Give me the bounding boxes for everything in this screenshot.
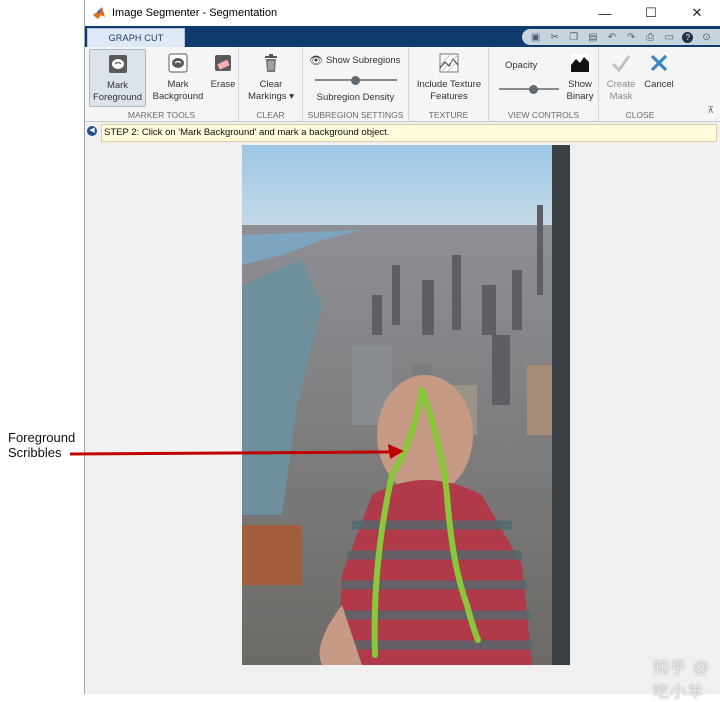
undo-icon[interactable]: ↶: [606, 32, 618, 43]
mark-background-label-1: Mark: [167, 79, 189, 90]
mark-foreground-label-2: Foreground: [92, 92, 143, 103]
annotation-line-2: Scribbles: [8, 445, 62, 460]
help-icon[interactable]: ?: [682, 31, 694, 43]
section-clear: Clear Markings ▾ CLEAR: [239, 47, 303, 121]
section-subregion-settings: 👁 Show Subregions Subregion Density SUBR…: [303, 47, 409, 121]
image-canvas[interactable]: [242, 145, 570, 665]
step-message: STEP 2: Click on 'Mark Background' and m…: [101, 124, 717, 142]
create-mask-button[interactable]: Create Mask: [603, 49, 639, 107]
toolstrip: Mark Foreground Mark Background Erase MA…: [85, 47, 720, 122]
show-binary-button[interactable]: Show Binary: [563, 49, 597, 107]
erase-label: Erase: [210, 79, 236, 90]
window-title: Image Segmenter - Segmentation: [112, 7, 278, 19]
mark-background-label-2: Background: [152, 91, 204, 102]
quick-access-toolbar: ▣ ✂ ❐ ▤ ↶ ↷ ⎙ ▭ ? ⊙: [522, 29, 720, 45]
include-texture-label-2: Features: [430, 91, 468, 102]
redo-icon[interactable]: ↷: [625, 32, 637, 43]
section-view-controls: Opacity Show Binary VIEW CONTROLS: [489, 47, 599, 121]
cancel-button[interactable]: Cancel: [641, 49, 677, 107]
mark-background-button[interactable]: Mark Background: [148, 49, 208, 107]
minimize-button[interactable]: —: [582, 0, 628, 26]
opacity-slider-thumb[interactable]: [529, 85, 538, 94]
show-subregions-label: Show Subregions: [325, 55, 401, 66]
clear-markings-label-1: Clear: [259, 79, 283, 90]
close-button[interactable]: ✕: [674, 0, 720, 26]
section-close: Create Mask Cancel CLOSE: [599, 47, 681, 121]
info-icon[interactable]: ◀: [87, 126, 97, 136]
collapse-toolstrip-icon[interactable]: ⊼: [707, 105, 714, 116]
tab-bar: GRAPH CUT ▣ ✂ ❐ ▤ ↶ ↷ ⎙ ▭ ? ⊙: [85, 26, 720, 47]
cancel-x-icon: [650, 54, 668, 72]
trash-icon: [265, 54, 277, 72]
copy-icon[interactable]: ❐: [568, 32, 580, 43]
mark-foreground-button[interactable]: Mark Foreground: [89, 49, 146, 107]
clear-section-label: CLEAR: [256, 110, 285, 120]
slider-thumb[interactable]: [351, 76, 360, 85]
background-brush-icon: [168, 53, 188, 73]
paste-icon[interactable]: ▤: [587, 32, 599, 43]
clear-markings-button[interactable]: Clear Markings ▾: [245, 49, 297, 107]
save-icon[interactable]: ▣: [530, 32, 542, 43]
section-texture: Include Texture Features TEXTURE: [409, 47, 489, 121]
expand-icon[interactable]: ⊙: [700, 32, 712, 43]
eye-icon: 👁: [309, 55, 323, 67]
tab-graph-cut[interactable]: GRAPH CUT: [87, 28, 185, 47]
include-texture-label-1: Include Texture: [416, 79, 482, 90]
marker-tools-section-label: MARKER TOOLS: [127, 110, 196, 120]
opacity-slider[interactable]: [499, 85, 559, 94]
matlab-logo-icon: [93, 7, 105, 19]
view-controls-section-label: VIEW CONTROLS: [507, 110, 580, 120]
layout-icon[interactable]: ▭: [663, 32, 675, 43]
binary-image-icon: [571, 54, 589, 72]
include-texture-button[interactable]: Include Texture Features: [413, 49, 485, 107]
app-window: Image Segmenter - Segmentation — ☐ ✕ GRA…: [84, 0, 720, 701]
erase-button[interactable]: Erase: [209, 49, 237, 107]
annotation-line-1: Foreground: [8, 430, 76, 445]
sky: [242, 145, 570, 235]
annotation-label: Foreground Scribbles: [8, 430, 75, 460]
maximize-button[interactable]: ☐: [628, 0, 674, 26]
section-marker-tools: Mark Foreground Mark Background Erase MA…: [85, 47, 239, 121]
show-binary-label-2: Binary: [566, 91, 594, 102]
show-subregions-toggle[interactable]: 👁 Show Subregions: [309, 54, 400, 67]
mark-foreground-label-1: Mark: [106, 80, 129, 91]
create-mask-label-2: Mask: [609, 91, 633, 102]
opacity-label: Opacity: [505, 60, 538, 71]
eraser-icon: [215, 55, 231, 71]
cancel-label: Cancel: [644, 79, 674, 90]
subregion-section-label: SUBREGION SETTINGS: [307, 110, 404, 120]
close-section-label: CLOSE: [625, 110, 655, 120]
foreground-brush-icon: [108, 55, 127, 73]
step-bar: ◀ STEP 2: Click on 'Mark Background' and…: [85, 122, 720, 144]
print-icon[interactable]: ⎙: [644, 32, 656, 43]
cut-icon[interactable]: ✂: [549, 32, 561, 43]
texture-icon: [439, 53, 459, 73]
title-bar[interactable]: Image Segmenter - Segmentation — ☐ ✕: [85, 0, 720, 26]
texture-section-label: TEXTURE: [428, 110, 469, 120]
checkmark-icon: [611, 55, 631, 73]
clear-markings-label-2: Markings ▾: [248, 91, 294, 102]
subregion-density-slider[interactable]: [315, 76, 397, 85]
show-binary-label-1: Show: [568, 79, 592, 90]
create-mask-label-1: Create: [606, 79, 636, 90]
watermark: 知乎 @吃小羊: [653, 660, 710, 701]
subregion-density-label: Subregion Density: [316, 92, 395, 103]
